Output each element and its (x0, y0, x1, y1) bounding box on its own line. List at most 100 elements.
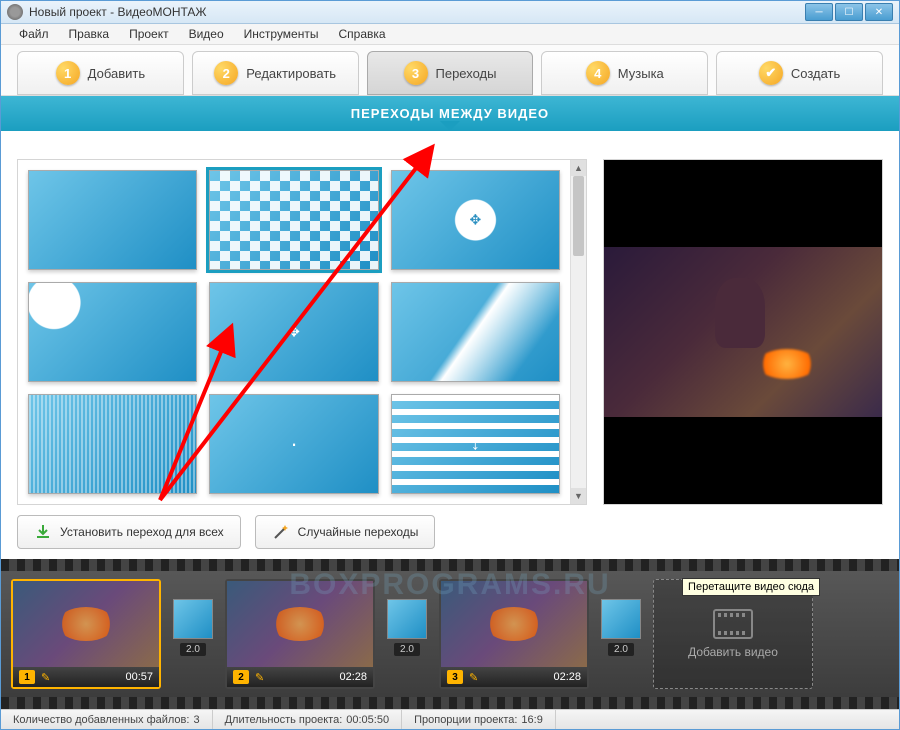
status-label: Пропорции проекта: (414, 714, 517, 726)
transition-duration: 2.0 (180, 643, 206, 656)
section-header: ПЕРЕХОДЫ МЕЖДУ ВИДЕО (1, 96, 899, 131)
tab-add[interactable]: 1 Добавить (17, 51, 184, 95)
window-title: Новый проект - ВидеоМОНТАЖ (29, 5, 803, 19)
tab-label: Музыка (618, 66, 664, 81)
step-badge-check: ✔ (759, 61, 783, 85)
clip-number: 3 (447, 670, 463, 684)
menu-tools[interactable]: Инструменты (234, 24, 329, 44)
status-label: Количество добавленных файлов: (13, 714, 189, 726)
pencil-icon[interactable]: ✎ (41, 671, 50, 684)
apply-all-button[interactable]: Установить переход для всех (17, 515, 241, 549)
step-badge-4: 4 (586, 61, 610, 85)
clip-thumbnail (441, 581, 587, 667)
status-value: 16:9 (521, 714, 542, 726)
scroll-thumb[interactable] (573, 176, 584, 256)
transition-chip[interactable]: 2.0 (169, 599, 217, 669)
transition-thumb[interactable] (391, 170, 560, 270)
pencil-icon[interactable]: ✎ (255, 671, 264, 684)
action-buttons: Установить переход для всех Случайные пе… (17, 505, 883, 549)
menu-video[interactable]: Видео (179, 24, 234, 44)
timeline: ✂ ★ 1 ✎ 00:57 2.0 2 ✎ 02:28 (1, 559, 899, 709)
clip-number: 2 (233, 670, 249, 684)
menu-help[interactable]: Справка (328, 24, 395, 44)
transition-chip[interactable]: 2.0 (383, 599, 431, 669)
preview-panel (603, 159, 883, 505)
main-area: ▲ ▼ Установить переход для всех (1, 131, 899, 559)
tab-create[interactable]: ✔ Создать (716, 51, 883, 95)
tab-music[interactable]: 4 Музыка (541, 51, 708, 95)
clip-duration: 02:28 (339, 671, 367, 683)
titlebar: Новый проект - ВидеоМОНТАЖ ─ ☐ ✕ (1, 1, 899, 24)
app-window: Новый проект - ВидеоМОНТАЖ ─ ☐ ✕ Файл Пр… (0, 0, 900, 730)
clip-info-bar: 1 ✎ 00:57 (13, 667, 159, 687)
app-icon (7, 4, 23, 20)
minimize-button[interactable]: ─ (805, 3, 833, 21)
filmstrip-decoration (1, 559, 899, 571)
status-duration: Длительность проекта: 00:05:50 (213, 710, 403, 729)
menubar: Файл Правка Проект Видео Инструменты Спр… (1, 24, 899, 45)
clip-thumbnail (13, 581, 159, 667)
button-label: Случайные переходы (298, 525, 419, 539)
filmstrip-decoration (1, 697, 899, 709)
step-badge-2: 2 (214, 61, 238, 85)
status-value: 00:05:50 (346, 714, 389, 726)
status-files: Количество добавленных файлов: 3 (1, 710, 213, 729)
add-video-dropzone[interactable]: Перетащите видео сюда Добавить видео (653, 579, 813, 689)
clip-thumbnail (227, 581, 373, 667)
tab-label: Переходы (436, 66, 497, 81)
tab-edit[interactable]: 2 Редактировать (192, 51, 359, 95)
section-title: ПЕРЕХОДЫ МЕЖДУ ВИДЕО (351, 106, 549, 121)
menu-file[interactable]: Файл (9, 24, 59, 44)
step-badge-3: 3 (404, 61, 428, 85)
magic-wand-icon (272, 523, 290, 541)
status-label: Длительность проекта: (225, 714, 343, 726)
timeline-clip[interactable]: ✂ ★ 1 ✎ 00:57 (11, 579, 161, 689)
transitions-grid (18, 160, 570, 504)
button-label: Установить переход для всех (60, 525, 224, 539)
menu-project[interactable]: Проект (119, 24, 179, 44)
transition-duration: 2.0 (608, 643, 634, 656)
tooltip: Перетащите видео сюда (682, 578, 820, 596)
scroll-down-icon[interactable]: ▼ (571, 488, 586, 504)
pencil-icon[interactable]: ✎ (469, 671, 478, 684)
random-button[interactable]: Случайные переходы (255, 515, 436, 549)
maximize-button[interactable]: ☐ (835, 3, 863, 21)
transition-thumb[interactable] (391, 282, 560, 382)
tab-label: Создать (791, 66, 840, 81)
tab-transitions[interactable]: 3 Переходы (367, 51, 534, 95)
transition-thumb[interactable] (28, 170, 197, 270)
transition-thumb[interactable] (209, 282, 378, 382)
transitions-panel: ▲ ▼ (17, 159, 587, 505)
clip-number: 1 (19, 670, 35, 684)
transition-thumb[interactable] (28, 282, 197, 382)
statusbar: Количество добавленных файлов: 3 Длитель… (1, 709, 899, 729)
transition-thumb[interactable] (28, 394, 197, 494)
transition-mini-thumb (601, 599, 641, 639)
transition-mini-thumb (173, 599, 213, 639)
transition-duration: 2.0 (394, 643, 420, 656)
tab-label: Редактировать (246, 66, 336, 81)
scrollbar[interactable]: ▲ ▼ (570, 160, 586, 504)
clip-info-bar: 2 ✎ 02:28 (227, 667, 373, 687)
dropzone-label: Добавить видео (688, 645, 778, 659)
workflow-tabs: 1 Добавить 2 Редактировать 3 Переходы 4 … (1, 45, 899, 96)
transition-mini-thumb (387, 599, 427, 639)
clip-info-bar: 3 ✎ 02:28 (441, 667, 587, 687)
preview-frame (604, 247, 882, 417)
menu-edit[interactable]: Правка (59, 24, 120, 44)
status-value: 3 (193, 714, 199, 726)
transition-thumb[interactable] (209, 394, 378, 494)
transition-thumb[interactable] (391, 394, 560, 494)
tab-label: Добавить (88, 66, 145, 81)
film-reel-icon (713, 609, 753, 639)
timeline-clip[interactable]: 3 ✎ 02:28 (439, 579, 589, 689)
step-badge-1: 1 (56, 61, 80, 85)
transition-thumb[interactable] (209, 170, 378, 270)
transition-chip[interactable]: 2.0 (597, 599, 645, 669)
close-button[interactable]: ✕ (865, 3, 893, 21)
clip-duration: 00:57 (125, 671, 153, 683)
scroll-up-icon[interactable]: ▲ (571, 160, 586, 176)
clip-duration: 02:28 (553, 671, 581, 683)
status-aspect: Пропорции проекта: 16:9 (402, 710, 556, 729)
timeline-clip[interactable]: 2 ✎ 02:28 (225, 579, 375, 689)
